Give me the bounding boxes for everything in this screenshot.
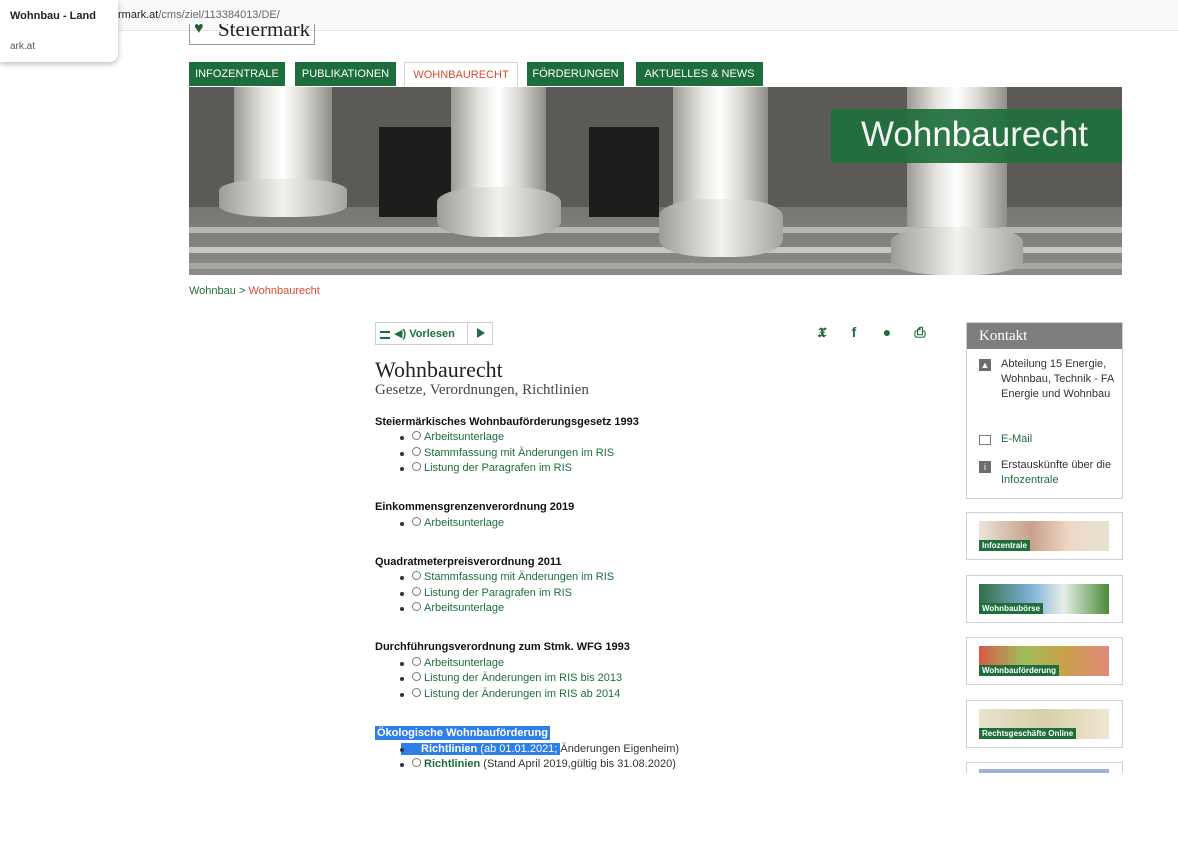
pdf-icon: [412, 758, 421, 767]
nav-wohnbaurecht[interactable]: WOHNBAURECHT: [404, 62, 518, 86]
breadcrumb-separator: >: [238, 285, 246, 297]
tile-label: Wohnbaubörse: [979, 603, 1044, 614]
twitter-icon[interactable]: 𝖃: [813, 323, 831, 341]
pdf-icon: [412, 672, 421, 681]
hero-column-2: [451, 87, 546, 197]
read-aloud-button[interactable]: ◀) Vorlesen: [375, 322, 493, 345]
list-item[interactable]: Arbeitsunterlage: [400, 602, 504, 614]
list-item[interactable]: Listung der Änderungen im RIS ab 2014: [400, 688, 620, 700]
section-title: Steiermärkisches Wohnbauförderungsgesetz…: [375, 416, 639, 428]
contact-title: Kontakt: [979, 328, 1028, 344]
pdf-icon: [412, 602, 421, 611]
pdf-icon: [412, 431, 421, 440]
hero-title: Wohnbaurecht: [861, 115, 1089, 154]
list-item[interactable]: Richtlinien (Stand April 2019,gültig bis…: [400, 758, 676, 770]
comment-icon[interactable]: ●: [878, 323, 896, 341]
hero-title-box: Wohnbaurecht: [831, 109, 1122, 163]
list-item[interactable]: Listung der Änderungen im RIS bis 2013: [400, 672, 622, 684]
tile-wohnbaufoerderung[interactable]: Wohnbauförderung: [966, 637, 1123, 685]
pdf-icon: [412, 517, 421, 526]
hero-column-3: [673, 87, 768, 207]
infozentrale-link[interactable]: Infozentrale: [1001, 474, 1058, 486]
section-title: Quadratmeterpreisverordnung 2011: [375, 556, 562, 568]
list-item[interactable]: Listung der Paragrafen im RIS: [400, 462, 572, 474]
tab-hover-title: Wohnbau - Land: [10, 10, 96, 22]
nav-foerderungen[interactable]: FÖRDERUNGEN: [527, 62, 624, 86]
hero-banner: Wohnbaurecht: [189, 87, 1122, 275]
contact-department: Abteilung 15 Energie, Wohnbau, Technik -…: [1001, 358, 1114, 400]
address-bar[interactable]: rmark.at/cms/ziel/113384013/DE/: [0, 0, 1178, 31]
info-icon: i: [979, 461, 991, 473]
section-title: Durchführungsverordnung zum Stmk. WFG 19…: [375, 641, 630, 653]
pdf-icon: [412, 688, 421, 697]
facebook-icon[interactable]: f: [845, 323, 863, 341]
list-item[interactable]: Richtlinien (ab 01.01.2021; Änderungen E…: [400, 743, 679, 755]
print-icon[interactable]: ⎙: [911, 323, 929, 341]
tile-label: Wohnbauförderung: [979, 665, 1060, 676]
list-item[interactable]: Stammfassung mit Änderungen im RIS: [400, 447, 614, 459]
list-item[interactable]: Stammfassung mit Änderungen im RIS: [400, 571, 614, 583]
pdf-icon: [412, 587, 421, 596]
hero-doorway-right: [589, 127, 659, 217]
tile-wohnbauboerse[interactable]: Wohnbaubörse: [966, 575, 1123, 623]
pdf-icon: [412, 462, 421, 471]
mail-icon: [979, 435, 991, 445]
tile-rechtsgeschaefte-online[interactable]: Rechtsgeschäfte Online: [966, 700, 1123, 748]
tab-hover-domain: ark.at: [10, 41, 36, 52]
nav-aktuelles-news[interactable]: AKTUELLES & NEWS: [636, 62, 763, 86]
list-item[interactable]: Arbeitsunterlage: [400, 657, 504, 669]
list-item[interactable]: Arbeitsunterlage: [400, 431, 504, 443]
tile-label: Infozentrale: [979, 540, 1030, 551]
tab-hover-card: Wohnbau - Land ark.at: [0, 0, 118, 62]
breadcrumb-current[interactable]: Wohnbaurecht: [248, 285, 319, 297]
list-item[interactable]: Arbeitsunterlage: [400, 517, 504, 529]
pdf-icon: [412, 447, 421, 456]
section-title: Einkommensgrenzenverordnung 2019: [375, 501, 575, 513]
breadcrumb-parent[interactable]: Wohnbau: [189, 285, 236, 297]
logo-text: Steiermark: [218, 24, 311, 41]
tile-infozentrale[interactable]: Infozentrale: [966, 512, 1123, 560]
person-icon: ▲: [979, 359, 991, 371]
contact-header: Kontakt: [967, 323, 1122, 349]
pdf-icon: [412, 657, 421, 666]
list-item[interactable]: Listung der Paragrafen im RIS: [400, 587, 572, 599]
play-icon[interactable]: [467, 323, 493, 344]
site-logo[interactable]: ♥ Steiermark: [189, 24, 315, 45]
tile-partial[interactable]: [966, 762, 1123, 773]
url-text: rmark.at/cms/ziel/113384013/DE/: [118, 9, 280, 21]
contact-info-text: Erstauskünfte über die Infozentrale: [1001, 459, 1112, 486]
steiermark-crest-icon: ♥: [194, 24, 204, 37]
section-title: Ökologische Wohnbauförderung: [375, 726, 550, 740]
page-subtitle: Gesetze, Verordnungen, Richtlinien: [375, 382, 589, 398]
read-aloud-label: ◀) Vorlesen: [394, 328, 455, 340]
email-link[interactable]: E-Mail: [1001, 432, 1116, 447]
pdf-icon: [412, 571, 421, 580]
breadcrumb: Wohnbau > Wohnbaurecht: [189, 285, 320, 297]
contact-box: Kontakt ▲ Abteilung 15 Energie, Wohnbau,…: [966, 322, 1123, 499]
hero-column-1: [234, 87, 332, 187]
tile-label: Rechtsgeschäfte Online: [979, 728, 1077, 739]
nav-publikationen[interactable]: PUBLIKATIONEN: [295, 62, 396, 86]
page-title: Wohnbaurecht: [375, 357, 503, 382]
menu-icon: [380, 331, 390, 339]
nav-infozentrale[interactable]: INFOZENTRALE: [189, 62, 285, 86]
